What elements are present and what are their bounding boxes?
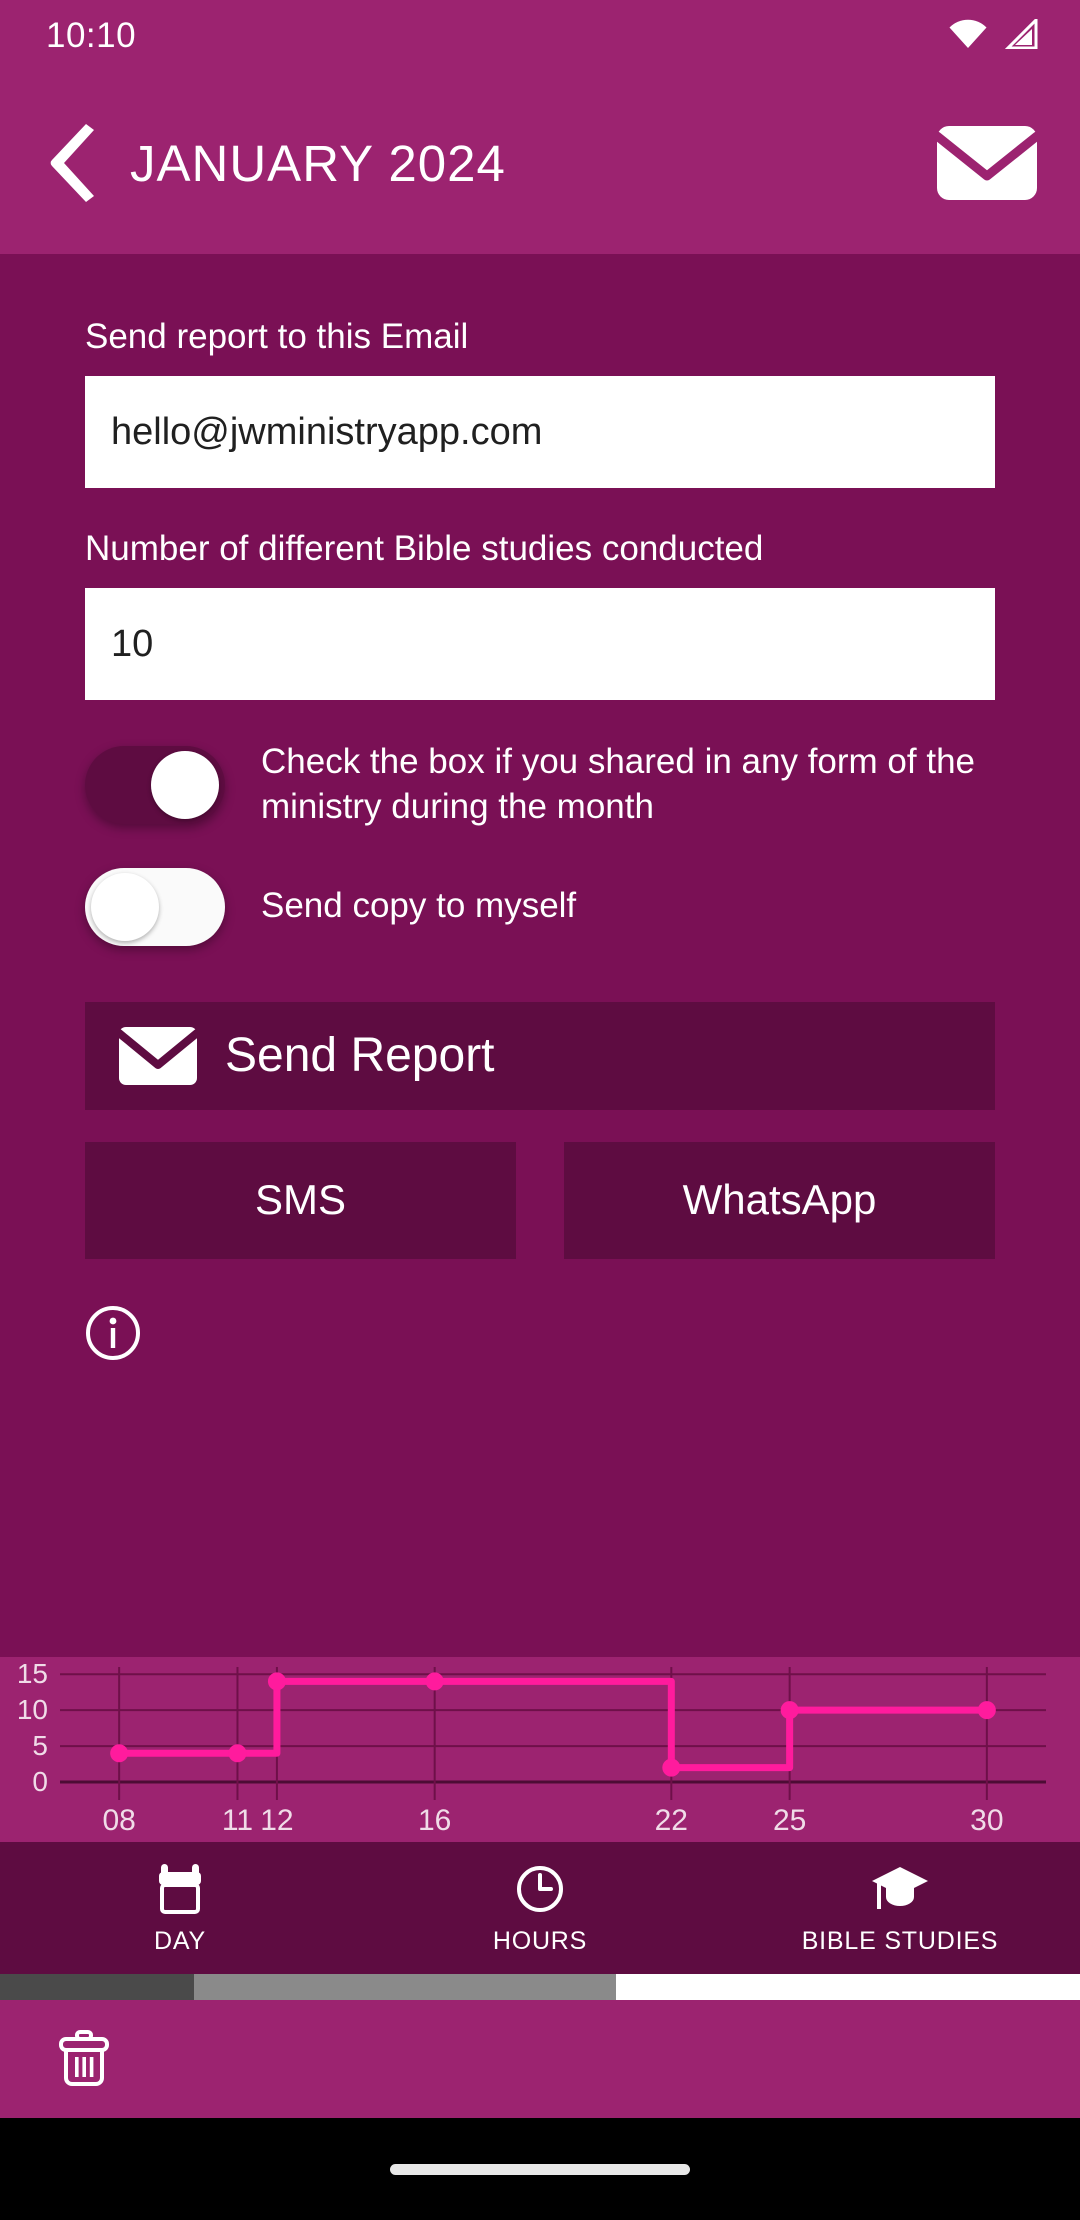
chart-xtick-label: 30 [970,1804,1003,1837]
chart-data-point [978,1701,996,1719]
delete-bar [0,2000,1080,2118]
chart-xtick-label: 16 [418,1804,451,1837]
home-pill-indicator[interactable] [390,2164,690,2175]
chart-data-point [110,1744,128,1762]
bible-studies-chart: 15 10 5 0 08 1112 16 22 25 30 [0,1657,1080,1842]
clock-icon [515,1861,565,1915]
tab-day[interactable]: DAY [0,1842,360,1974]
segment-indicator[interactable] [0,1974,1080,2000]
tab-bible-studies-label: BIBLE STUDIES [802,1927,999,1956]
chart-data-point [268,1672,286,1690]
email-field-label: Send report to this Email [85,316,995,358]
tab-day-label: DAY [154,1927,206,1956]
chart-data-point [781,1701,799,1719]
email-input[interactable] [85,376,995,488]
chart-xtick-label: 12 [260,1804,293,1837]
status-bar-icons [948,19,1038,54]
toggle-knob [91,873,159,941]
copy-toggle-label: Send copy to myself [261,884,576,929]
ministry-toggle-row: Check the box if you shared in any form … [85,740,995,830]
chart-svg: 15 10 5 0 08 1112 16 22 25 30 [0,1657,1080,1842]
chart-ytick-label: 5 [32,1730,48,1761]
studies-field-label: Number of different Bible studies conduc… [85,528,995,570]
email-report-button[interactable] [932,122,1042,204]
chart-xtick-label: 11 [222,1804,253,1837]
chart-ytick-label: 15 [17,1658,48,1689]
envelope-icon [117,1025,199,1087]
bottom-tab-bar: DAY HOURS BIBLE STUDIES [0,1842,1080,1974]
chart-axis-labels: 15 10 5 0 08 1112 16 22 25 30 [17,1658,1004,1837]
delete-button[interactable] [58,2030,110,2088]
send-report-label: Send Report [225,1028,495,1083]
system-navigation-bar [0,2118,1080,2220]
chart-data-point [426,1672,444,1690]
app-header: JANUARY 2024 [0,72,1080,254]
chart-line-series [119,1681,987,1767]
bible-studies-input[interactable] [85,588,995,700]
send-copy-toggle[interactable] [85,868,225,946]
envelope-icon [935,124,1039,202]
whatsapp-button[interactable]: WhatsApp [564,1142,995,1259]
chart-data-point [228,1744,246,1762]
tab-hours-label: HOURS [493,1927,587,1956]
chart-xtick-label: 08 [102,1804,135,1837]
graduation-cap-icon [869,1861,931,1915]
wifi-icon [948,19,988,54]
segment-one[interactable] [0,1974,194,2000]
ministry-toggle-label: Check the box if you shared in any form … [261,740,995,830]
chart-gridlines [60,1667,1046,1800]
cellular-signal-icon [1004,19,1038,54]
copy-toggle-row: Send copy to myself [85,868,995,946]
chart-xtick-label: 25 [773,1804,806,1837]
chart-xtick-label: 22 [655,1804,688,1837]
page-title: JANUARY 2024 [130,134,932,193]
share-button-group: SMS WhatsApp [85,1142,995,1259]
send-report-button[interactable]: Send Report [85,1002,995,1110]
chart-ytick-label: 0 [32,1766,48,1797]
toggle-knob [151,751,219,819]
status-bar: 10:10 [0,0,1080,72]
trash-icon [58,2030,110,2088]
sms-button[interactable]: SMS [85,1142,516,1259]
info-button[interactable] [85,1305,141,1361]
back-button[interactable] [44,124,104,202]
calendar-icon [155,1861,205,1915]
tab-bible-studies[interactable]: BIBLE STUDIES [720,1842,1080,1974]
info-circle-icon [85,1305,141,1361]
chart-ytick-label: 10 [17,1694,48,1725]
tab-hours[interactable]: HOURS [360,1842,720,1974]
chart-series [110,1672,996,1776]
report-form: Send report to this Email Number of diff… [0,254,1080,1657]
shared-in-ministry-toggle[interactable] [85,746,225,824]
status-bar-clock: 10:10 [46,16,136,56]
chart-data-point [662,1759,680,1777]
app-screen: 10:10 JANUARY 2024 [0,0,1080,2220]
segment-two[interactable] [194,1974,615,2000]
segment-three[interactable] [616,1974,1080,2000]
chevron-left-icon [46,124,102,202]
